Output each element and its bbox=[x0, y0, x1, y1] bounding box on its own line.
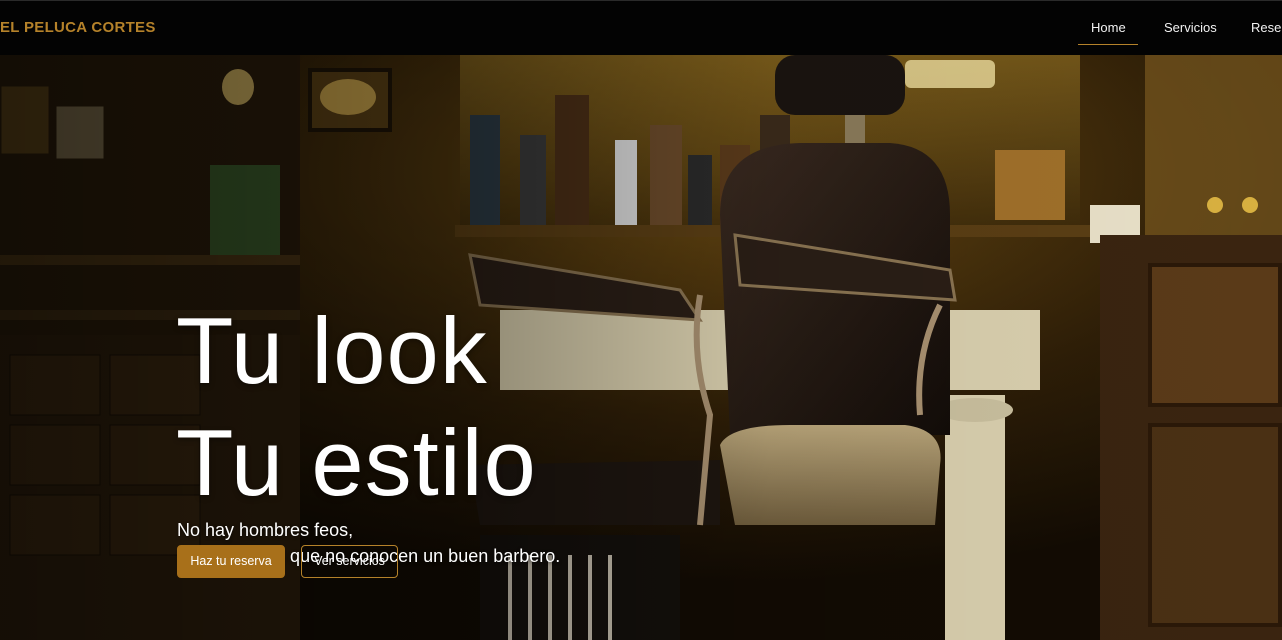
brand-logo[interactable]: EL PELUCA CORTES bbox=[0, 19, 156, 36]
hero-title-line-2: Tu estilo bbox=[176, 410, 537, 515]
nav-link-reservas[interactable]: Reservas bbox=[1251, 20, 1282, 35]
navbar: EL PELUCA CORTES Home Servicios Reservas bbox=[0, 0, 1282, 55]
view-services-button[interactable]: Ver servicios bbox=[301, 545, 398, 578]
active-nav-indicator bbox=[1078, 44, 1138, 45]
hero-title: Tu look Tu estilo bbox=[176, 295, 537, 519]
nav-link-servicios[interactable]: Servicios bbox=[1164, 20, 1217, 35]
hero-subtitle-line-1: No hay hombres feos, bbox=[177, 520, 354, 540]
hero-title-line-1: Tu look bbox=[176, 298, 488, 403]
nav-link-home[interactable]: Home bbox=[1091, 20, 1126, 35]
page: EL PELUCA CORTES Home Servicios Reservas bbox=[0, 0, 1282, 640]
reserve-button[interactable]: Haz tu reserva bbox=[177, 545, 285, 578]
